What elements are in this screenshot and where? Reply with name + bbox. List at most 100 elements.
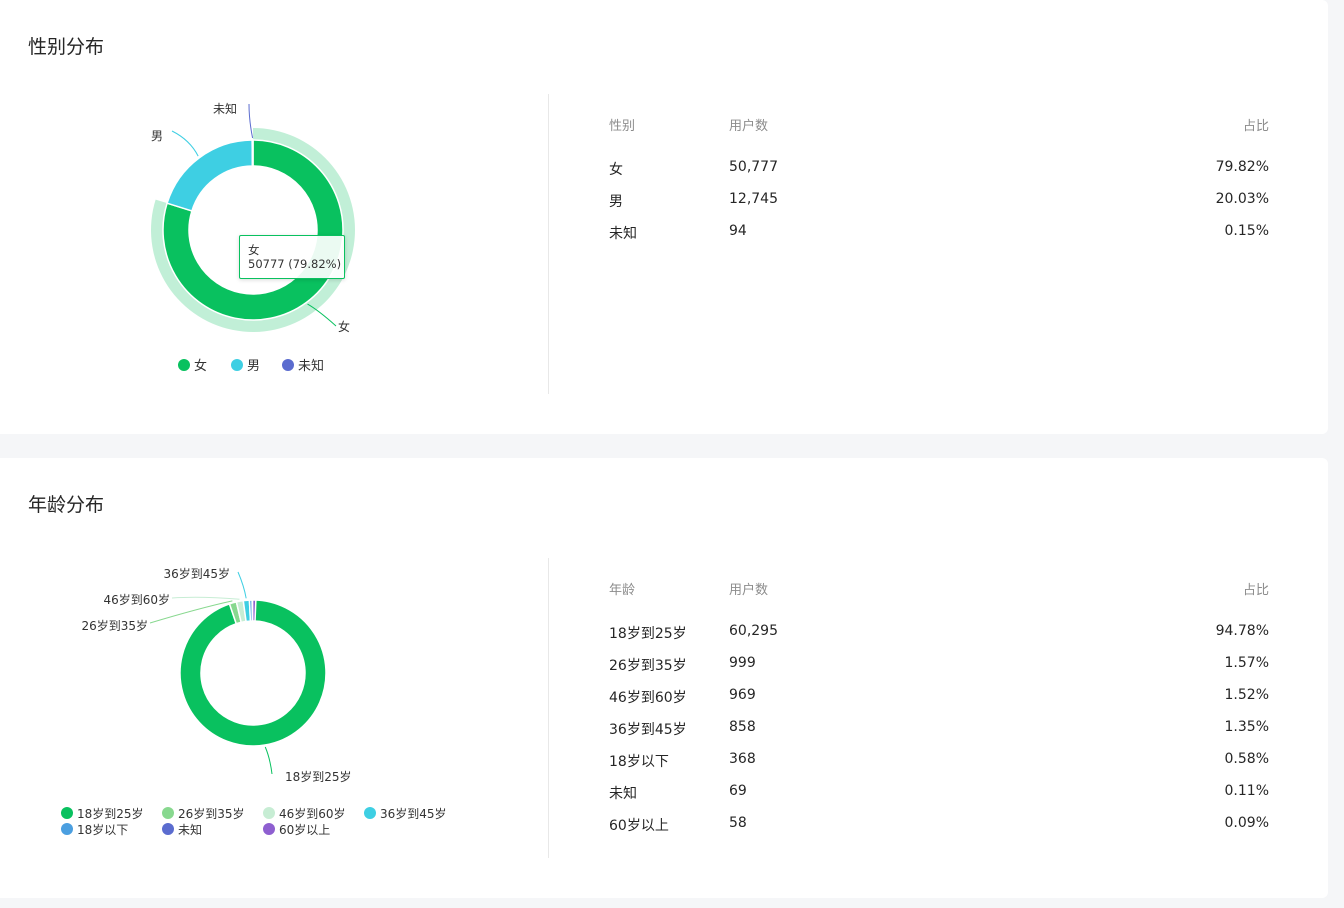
legend-label: 60岁以上 (279, 823, 331, 837)
header-gender: 性别 (609, 119, 636, 134)
tooltip-value: 50777 (79.82%) (248, 257, 342, 271)
slice-2[interactable] (251, 139, 254, 167)
age-donut-chart[interactable]: 18岁到25岁 26岁到35岁 46岁到60岁 36岁到45岁 18岁到25岁 26岁到… (0, 458, 548, 898)
legend-item[interactable]: 36岁到45岁 (364, 805, 447, 822)
legend-dot-icon (61, 807, 73, 819)
row-label: 女 (609, 162, 623, 178)
legend-item[interactable]: 60岁以上 (263, 821, 330, 838)
legend-item[interactable]: 未知 (162, 821, 202, 838)
legend-dot-icon (263, 823, 275, 835)
gender-table-header: 性别 用户数 占比 (609, 115, 1269, 159)
legend-dot-icon (263, 807, 275, 819)
legend-item[interactable]: 未知 (282, 355, 324, 374)
legend-label: 26岁到35岁 (178, 807, 245, 821)
legend-item[interactable]: 男 (231, 355, 260, 374)
row-label: 36岁到45岁 (609, 722, 687, 738)
age-table-row: 46岁到60岁 969 1.52% (609, 687, 1269, 719)
slice-label: 女 (338, 319, 350, 334)
slice-0[interactable] (179, 599, 327, 747)
legend-dot-icon (282, 359, 294, 371)
header-ratio: 占比 (1242, 119, 1269, 134)
slice-1[interactable] (166, 139, 254, 212)
legend-label: 未知 (178, 823, 203, 837)
legend-item[interactable]: 女 (178, 355, 207, 374)
row-pct: 0.09% (1224, 815, 1269, 831)
gender-table: 性别 用户数 占比 女 50,777 79.82% 男 12,745 20.03% 未知 94… (609, 115, 1269, 255)
leader-line (237, 571, 247, 599)
legend-item[interactable]: 18岁到25岁 (61, 805, 144, 822)
row-pct: 1.52% (1224, 687, 1269, 703)
row-count: 50,777 (729, 159, 778, 175)
row-count: 969 (729, 687, 756, 703)
legend-item[interactable]: 46岁到60岁 (263, 805, 346, 822)
row-label: 男 (609, 194, 623, 210)
legend-label: 18岁以下 (77, 823, 129, 837)
gender-divider (548, 94, 549, 394)
leader-line (171, 596, 240, 600)
age-distribution-card: 年龄分布 18岁到25岁 26岁到35岁 46岁到60岁 36岁到45岁 18岁到25… (0, 458, 1328, 898)
header-ratio: 占比 (1242, 583, 1269, 598)
gender-table-row: 女 50,777 79.82% (609, 159, 1269, 191)
age-table-row: 未知 69 0.11% (609, 783, 1269, 815)
gender-donut-chart[interactable]: 女男未知 女 50777 (79.82%) 女男未知 (0, 0, 548, 434)
row-pct: 0.58% (1224, 751, 1269, 767)
row-count: 94 (729, 223, 747, 239)
legend-label: 女 (194, 359, 208, 374)
legend-dot-icon (162, 823, 174, 835)
age-table-row: 26岁到35岁 999 1.57% (609, 655, 1269, 687)
row-pct: 20.03% (1215, 191, 1269, 207)
row-label: 18岁以下 (609, 754, 669, 770)
legend-item[interactable]: 18岁以下 (61, 821, 128, 838)
slice-label: 26岁到35岁 (81, 618, 148, 633)
legend-dot-icon (231, 359, 243, 371)
gender-distribution-card: 性别分布 女男未知 女 50777 (79.82%) 女男未知 性别 用户数 占… (0, 0, 1328, 434)
leader-line (248, 103, 254, 139)
age-table-header: 年龄 用户数 占比 (609, 579, 1269, 623)
legend-label: 男 (247, 359, 261, 374)
gender-table-row: 未知 94 0.15% (609, 223, 1269, 255)
header-age: 年龄 (609, 583, 636, 598)
legend-label: 36岁到45岁 (380, 807, 447, 821)
tooltip-name: 女 (248, 243, 260, 257)
row-pct: 0.15% (1224, 223, 1269, 239)
legend-dot-icon (61, 823, 73, 835)
row-count: 368 (729, 751, 756, 767)
age-table-row: 18岁到25岁 60,295 94.78% (609, 623, 1269, 655)
row-count: 60,295 (729, 623, 778, 639)
slice-label: 未知 (213, 102, 237, 116)
legend-label: 未知 (298, 359, 325, 374)
leader-line (171, 130, 199, 157)
row-count: 999 (729, 655, 756, 671)
row-label: 46岁到60岁 (609, 690, 687, 706)
row-label: 未知 (609, 786, 637, 802)
age-table-row: 18岁以下 368 0.58% (609, 751, 1269, 783)
gender-table-row: 男 12,745 20.03% (609, 191, 1269, 223)
slice-label: 36岁到45岁 (163, 566, 230, 581)
row-pct: 94.78% (1215, 623, 1269, 639)
row-count: 12,745 (729, 191, 778, 207)
header-users: 用户数 (729, 583, 769, 598)
slice-6[interactable] (251, 599, 257, 622)
row-count: 69 (729, 783, 747, 799)
gender-chart-tooltip: 女 50777 (79.82%) (239, 235, 345, 279)
row-count: 858 (729, 719, 756, 735)
slice-label: 18岁到25岁 (285, 769, 352, 784)
legend-dot-icon (162, 807, 174, 819)
header-users: 用户数 (729, 119, 769, 134)
row-label: 未知 (609, 226, 637, 242)
slice-label: 男 (151, 129, 163, 143)
leader-line (264, 746, 273, 775)
age-table-row: 60岁以上 58 0.09% (609, 815, 1269, 847)
legend-label: 18岁到25岁 (77, 807, 144, 821)
row-label: 60岁以上 (609, 818, 669, 834)
row-pct: 1.57% (1224, 655, 1269, 671)
gender-donut-svg: 女 男 未知 (151, 102, 356, 334)
row-pct: 0.11% (1224, 783, 1269, 799)
legend-label: 46岁到60岁 (279, 807, 346, 821)
row-pct: 79.82% (1215, 159, 1269, 175)
age-divider (548, 558, 549, 858)
slice-label: 46岁到60岁 (103, 592, 170, 607)
row-label: 26岁到35岁 (609, 658, 687, 674)
row-pct: 1.35% (1224, 719, 1269, 735)
legend-item[interactable]: 26岁到35岁 (162, 805, 245, 822)
